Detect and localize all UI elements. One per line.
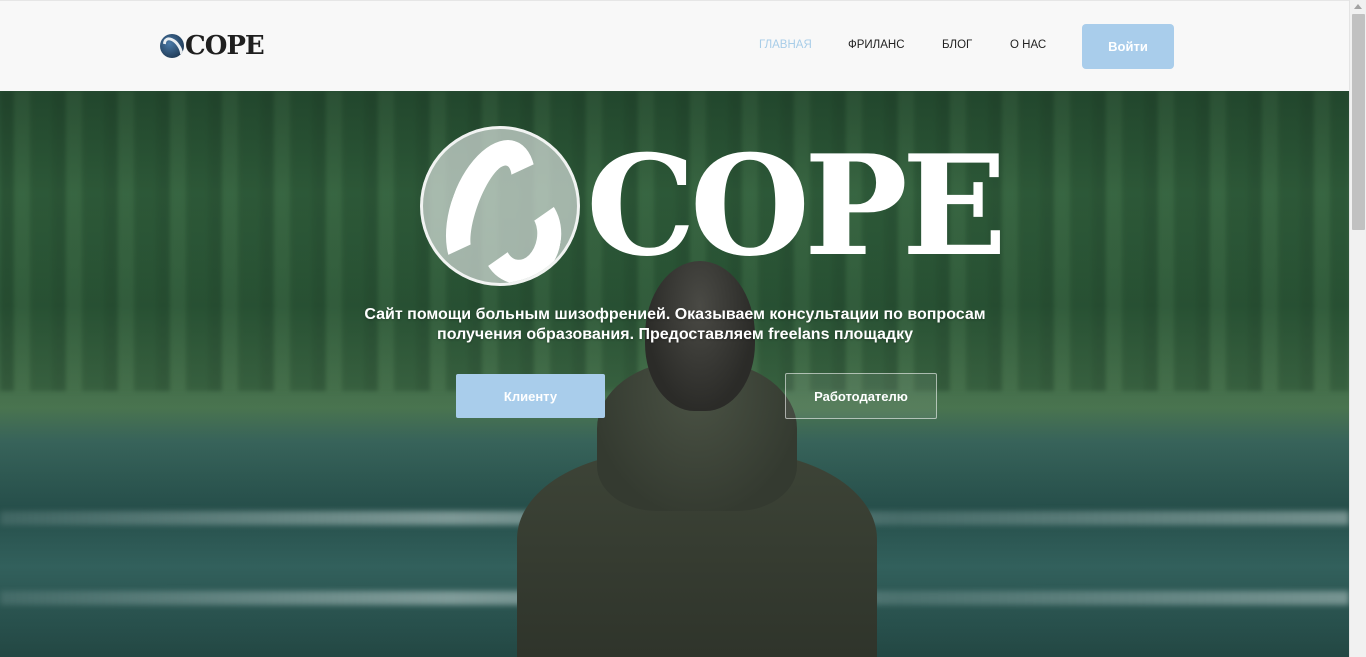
hero-section: COPE Сайт помощи больным шизофренией. Ок… <box>0 91 1349 657</box>
hero-logo: COPE <box>420 124 1007 287</box>
hero-tagline-line-1: Сайт помощи больным шизофренией. Оказыва… <box>364 306 986 323</box>
hero-logo-s-icon <box>420 126 580 286</box>
employer-button[interactable]: Работодателю <box>785 373 937 419</box>
nav-item-about[interactable]: О НАС <box>1010 39 1046 51</box>
nav-item-home[interactable]: ГЛАВНАЯ <box>759 39 812 51</box>
scroll-up-arrow-icon[interactable] <box>1354 4 1362 9</box>
client-button[interactable]: Клиенту <box>456 374 605 418</box>
hero-logo-text: COPE <box>586 124 1007 287</box>
nav-item-blog[interactable]: БЛОГ <box>942 39 972 51</box>
hero-tagline: Сайт помощи больным шизофренией. Оказыва… <box>340 305 1010 345</box>
scrollbar-thumb[interactable] <box>1352 14 1365 230</box>
page-scrollbar[interactable] <box>1349 0 1366 657</box>
hero-tagline-line-2: получения образования. Предоставляем fre… <box>437 326 913 343</box>
login-button[interactable]: Войти <box>1082 24 1174 69</box>
site-header: COPE ГЛАВНАЯ ФРИЛАНС БЛОГ О НАС Войти <box>0 0 1349 91</box>
nav-item-freelance[interactable]: ФРИЛАНС <box>848 39 905 51</box>
